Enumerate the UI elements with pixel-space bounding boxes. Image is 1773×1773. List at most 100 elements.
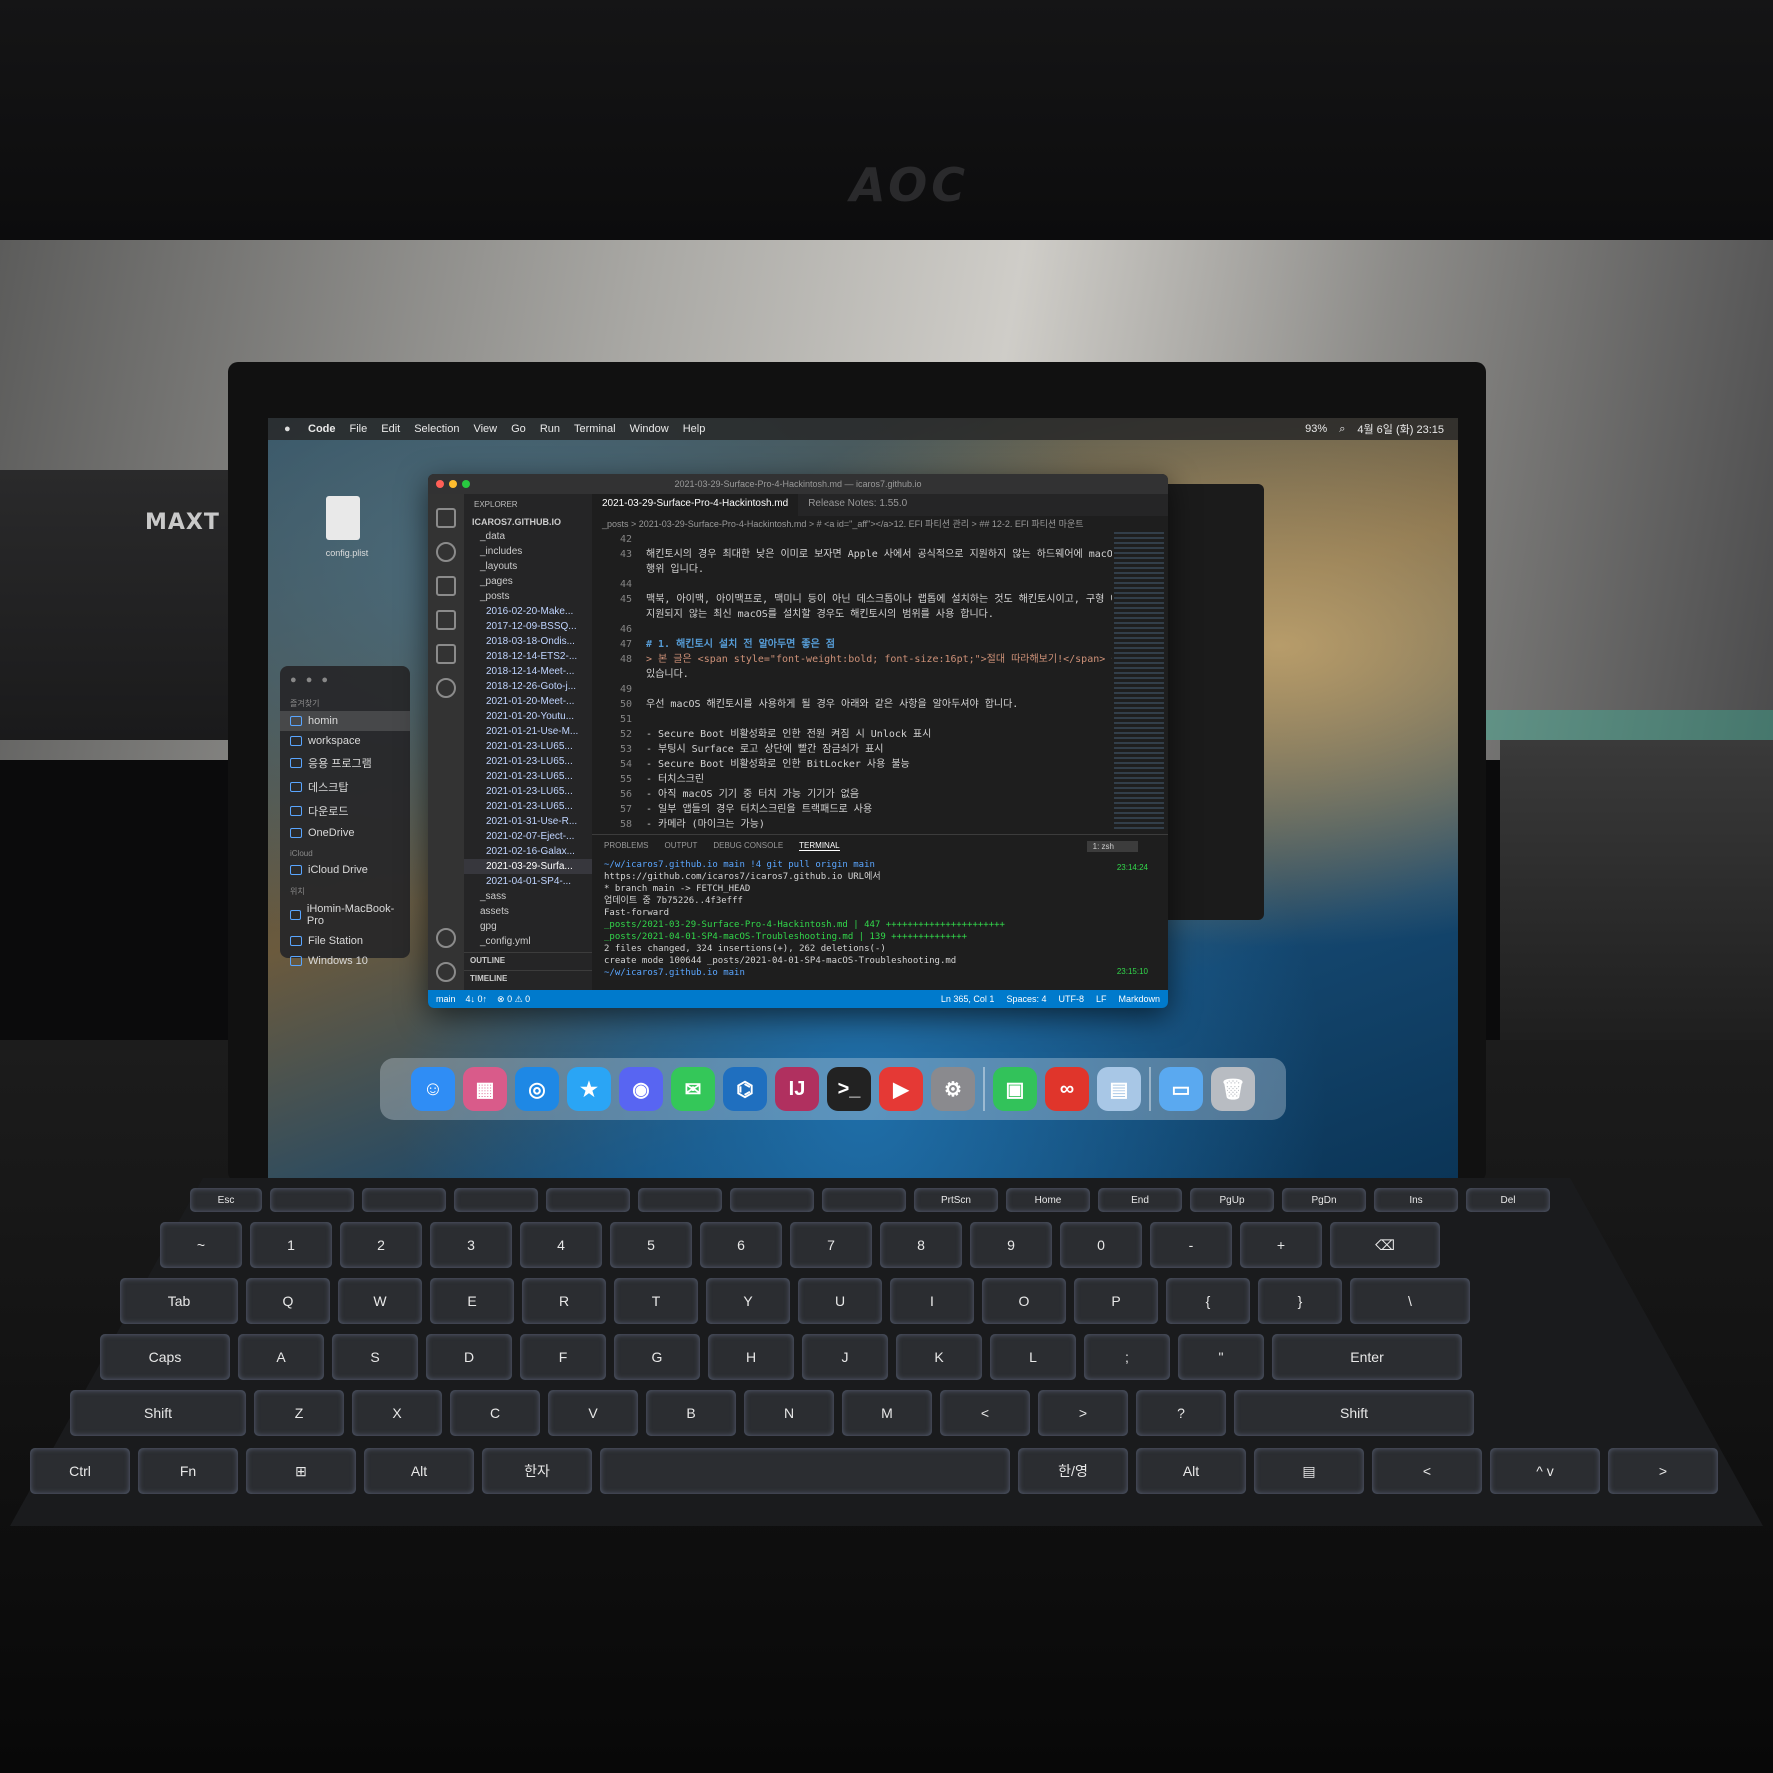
menu-go[interactable]: Go <box>511 423 526 435</box>
gear-icon[interactable] <box>436 962 456 982</box>
explorer-icon[interactable] <box>436 508 456 528</box>
key[interactable]: K <box>896 1334 982 1380</box>
tree-file[interactable]: 2021-04-01-SP4-... <box>464 874 592 889</box>
dock-finder-icon[interactable]: ☺ <box>411 1067 455 1111</box>
minimize-icon[interactable] <box>449 480 457 488</box>
tree-file[interactable]: 2021-01-23-LU65... <box>464 784 592 799</box>
code-line[interactable]: 51 <box>592 712 1112 727</box>
key[interactable]: Ins <box>1374 1188 1458 1212</box>
key[interactable]: R <box>522 1278 606 1324</box>
key[interactable]: 7 <box>790 1222 872 1268</box>
code-line[interactable]: 44 <box>592 577 1112 592</box>
dock-preview-icon[interactable]: ▤ <box>1097 1067 1141 1111</box>
key[interactable]: O <box>982 1278 1066 1324</box>
key[interactable]: - <box>1150 1222 1232 1268</box>
tree-file[interactable]: 2021-01-23-LU65... <box>464 769 592 784</box>
tree-file[interactable]: 2021-01-20-Meet-... <box>464 694 592 709</box>
key[interactable]: + <box>1240 1222 1322 1268</box>
menu-app[interactable]: Code <box>308 423 336 435</box>
menu-terminal[interactable]: Terminal <box>574 423 616 435</box>
key[interactable]: H <box>708 1334 794 1380</box>
code-line[interactable]: 지원되지 않는 최신 macOS를 설치할 경우도 해킨토시의 범위를 사용 합… <box>592 607 1112 622</box>
extensions-icon[interactable] <box>436 644 456 664</box>
dock-trash-icon[interactable]: 🗑 <box>1211 1067 1255 1111</box>
tab-terminal[interactable]: TERMINAL <box>799 841 840 851</box>
tree-file[interactable]: 2021-02-16-Galax... <box>464 844 592 859</box>
key[interactable]: A <box>238 1334 324 1380</box>
tree-file[interactable]: 2021-01-31-Use-R... <box>464 814 592 829</box>
key[interactable] <box>362 1188 446 1212</box>
code-line[interactable]: 있습니다. <box>592 667 1112 682</box>
key[interactable]: S <box>332 1334 418 1380</box>
key[interactable]: F <box>520 1334 606 1380</box>
cursor-position[interactable]: Ln 365, Col 1 <box>941 994 995 1004</box>
key[interactable]: 0 <box>1060 1222 1142 1268</box>
dock-messages-icon[interactable]: ✉ <box>671 1067 715 1111</box>
key[interactable]: > <box>1038 1390 1128 1436</box>
key[interactable]: ⌫ <box>1330 1222 1440 1268</box>
key[interactable]: End <box>1098 1188 1182 1212</box>
encoding-status[interactable]: UTF-8 <box>1058 994 1084 1004</box>
key[interactable]: X <box>352 1390 442 1436</box>
dock-downloads-folder-icon[interactable]: ▭ <box>1159 1067 1203 1111</box>
tree-file[interactable]: 2018-12-26-Goto-j... <box>464 679 592 694</box>
finder-item[interactable]: 다운로드 <box>280 799 410 823</box>
finder-item[interactable]: 응용 프로그램 <box>280 751 410 775</box>
branch-status[interactable]: main <box>436 994 456 1004</box>
key[interactable]: I <box>890 1278 974 1324</box>
key[interactable]: 9 <box>970 1222 1052 1268</box>
key[interactable]: Caps <box>100 1334 230 1380</box>
key[interactable]: N <box>744 1390 834 1436</box>
tree-file[interactable]: 2021-03-29-Surfa... <box>464 859 592 874</box>
key[interactable]: G <box>614 1334 700 1380</box>
code-line[interactable]: 45 맥북, 아이맥, 아이맥프로, 맥미니 등이 아닌 데스크톱이나 랩톱에 설… <box>592 592 1112 607</box>
source-control-icon[interactable] <box>436 576 456 596</box>
key[interactable]: 3 <box>430 1222 512 1268</box>
key[interactable]: { <box>1166 1278 1250 1324</box>
dock-launchpad-icon[interactable]: ▦ <box>463 1067 507 1111</box>
code-line[interactable]: 42 <box>592 532 1112 547</box>
dock-vscode-icon[interactable]: ⌬ <box>723 1067 767 1111</box>
tab-release-notes[interactable]: Release Notes: 1.55.0 <box>798 494 917 516</box>
tree-file[interactable]: 2017-12-09-BSSQ... <box>464 619 592 634</box>
code-line[interactable]: 52 - Secure Boot 비활성화로 인한 전원 켜짐 시 Unlock … <box>592 727 1112 742</box>
dock-discord-icon[interactable]: ◉ <box>619 1067 663 1111</box>
key[interactable]: ; <box>1084 1334 1170 1380</box>
github-icon[interactable] <box>436 678 456 698</box>
run-debug-icon[interactable] <box>436 610 456 630</box>
explorer-root[interactable]: ICAROS7.GITHUB.IO <box>464 515 592 529</box>
key[interactable]: > <box>1608 1448 1718 1494</box>
key[interactable]: Enter <box>1272 1334 1462 1380</box>
tree-file[interactable]: 2016-02-20-Make... <box>464 604 592 619</box>
tree-file[interactable]: 2018-03-18-Ondis... <box>464 634 592 649</box>
key[interactable]: Alt <box>364 1448 474 1494</box>
tree-folder[interactable]: _includes <box>464 544 592 559</box>
key[interactable]: M <box>842 1390 932 1436</box>
key[interactable] <box>600 1448 1010 1494</box>
apple-icon[interactable]: ● <box>284 423 298 435</box>
key[interactable]: Tab <box>120 1278 238 1324</box>
tree-file[interactable]: 2021-01-21-Use-M... <box>464 724 592 739</box>
code-line[interactable]: 54 - Secure Boot 비활성화로 인한 BitLocker 사용 불능 <box>592 757 1112 772</box>
code-line[interactable]: 56 - 아직 macOS 기기 중 터치 가능 기기가 없음 <box>592 787 1112 802</box>
key[interactable]: PgUp <box>1190 1188 1274 1212</box>
problems-status[interactable]: ⊗ 0 ⚠ 0 <box>497 994 530 1005</box>
tree-folder[interactable]: _config.yml <box>464 934 592 949</box>
dock-facetime-icon[interactable]: ▣ <box>993 1067 1037 1111</box>
key[interactable]: Z <box>254 1390 344 1436</box>
key[interactable]: P <box>1074 1278 1158 1324</box>
tree-file[interactable]: 2021-01-23-LU65... <box>464 739 592 754</box>
key[interactable] <box>822 1188 906 1212</box>
key[interactable]: ⊞ <box>246 1448 356 1494</box>
sync-status[interactable]: 4↓ 0↑ <box>466 994 488 1004</box>
key[interactable]: V <box>548 1390 638 1436</box>
key[interactable]: Q <box>246 1278 330 1324</box>
finder-item[interactable]: OneDrive <box>280 823 410 843</box>
key[interactable]: L <box>990 1334 1076 1380</box>
key[interactable]: U <box>798 1278 882 1324</box>
key[interactable]: 5 <box>610 1222 692 1268</box>
key[interactable]: Shift <box>1234 1390 1474 1436</box>
key[interactable]: Fn <box>138 1448 238 1494</box>
key[interactable]: Home <box>1006 1188 1090 1212</box>
indent-status[interactable]: Spaces: 4 <box>1006 994 1046 1004</box>
